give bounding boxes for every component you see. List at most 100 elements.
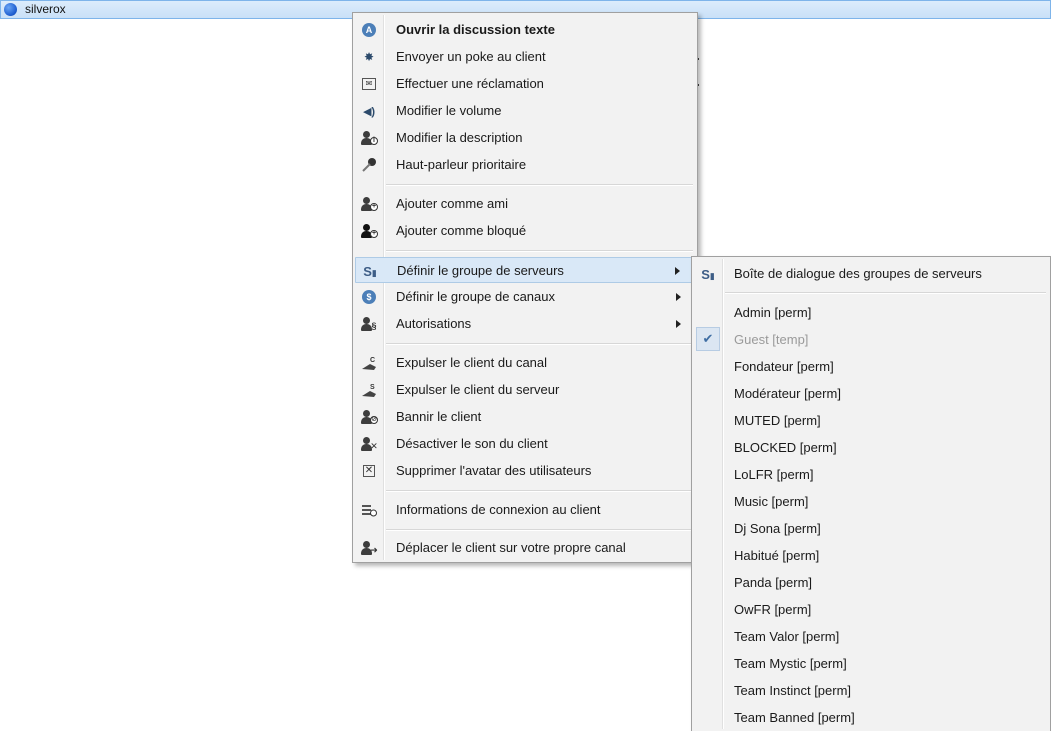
menu-item-connection-info[interactable]: Informations de connexion au client xyxy=(355,497,695,523)
server-group-label: Team Valor [perm] xyxy=(734,629,840,644)
menu-item-server-group[interactable]: S▮ Définir le groupe de serveurs xyxy=(355,257,695,283)
server-group-label: Team Instinct [perm] xyxy=(734,683,852,698)
client-name: silverox xyxy=(25,2,66,16)
menu-separator xyxy=(386,184,693,186)
menu-item-label: Ajouter comme ami xyxy=(396,196,508,211)
server-group-item[interactable]: Panda [perm] xyxy=(694,570,1048,596)
server-group-item[interactable]: Habitué [perm] xyxy=(694,543,1048,569)
server-group-label: LoLFR [perm] xyxy=(734,467,814,482)
server-group-item[interactable]: OwFR [perm] xyxy=(694,597,1048,623)
menu-item-move-client[interactable]: ➜ Déplacer le client sur votre propre ca… xyxy=(355,535,695,561)
server-group-item[interactable]: BLOCKED [perm] xyxy=(694,435,1048,461)
menu-item-complaint[interactable]: ✉ Effectuer une réclamation xyxy=(355,71,695,97)
menu-item-label: Déplacer le client sur votre propre cana… xyxy=(396,540,626,555)
menu-item-ban[interactable]: ⊘ Bannir le client xyxy=(355,404,695,430)
delete-avatar-icon: ✕ xyxy=(363,465,375,477)
client-context-menu: A Ouvrir la discussion texte ✸ Envoyer u… xyxy=(352,12,698,563)
menu-item-server-group-dialog[interactable]: S▮ Boîte de dialogue des groupes de serv… xyxy=(694,261,1048,287)
server-group-item[interactable]: Admin [perm] xyxy=(694,300,1048,326)
server-group-item[interactable]: Fondateur [perm] xyxy=(694,354,1048,380)
kick-server-icon: S xyxy=(361,382,377,398)
menu-separator xyxy=(386,343,693,345)
move-client-icon: ➜ xyxy=(361,540,378,556)
server-group-label: BLOCKED [perm] xyxy=(734,440,837,455)
menu-item-label: Effectuer une réclamation xyxy=(396,76,544,91)
menu-item-kick-channel[interactable]: C Expulser le client du canal xyxy=(355,350,695,376)
menu-item-label: Autorisations xyxy=(396,316,472,331)
server-group-item[interactable]: Music [perm] xyxy=(694,489,1048,515)
server-group-item[interactable]: LoLFR [perm] xyxy=(694,462,1048,488)
server-group-submenu: S▮ Boîte de dialogue des groupes de serv… xyxy=(691,256,1051,731)
menu-item-label: Informations de connexion au client xyxy=(396,502,601,517)
menu-item-open-text-chat[interactable]: A Ouvrir la discussion texte xyxy=(355,17,695,43)
menu-separator xyxy=(386,250,693,252)
server-group-item[interactable]: Team Mystic [perm] xyxy=(694,651,1048,677)
menu-item-permissions[interactable]: § Autorisations xyxy=(355,311,695,337)
menu-item-poke[interactable]: ✸ Envoyer un poke au client xyxy=(355,44,695,70)
menu-item-volume[interactable]: ◀) Modifier le volume xyxy=(355,98,695,124)
server-group-label: Modérateur [perm] xyxy=(734,386,841,401)
menu-item-label: Modifier le volume xyxy=(396,103,502,118)
permissions-icon: § xyxy=(361,316,377,332)
server-group-label: Dj Sona [perm] xyxy=(734,521,821,536)
menu-item-channel-group[interactable]: $ Définir le groupe de canaux xyxy=(355,284,695,310)
server-group-label: Habitué [perm] xyxy=(734,548,820,563)
svg-text:S: S xyxy=(370,384,375,391)
server-group-item[interactable]: Team Valor [perm] xyxy=(694,624,1048,650)
server-group-label: Team Banned [perm] xyxy=(734,710,855,725)
server-group-label: Panda [perm] xyxy=(734,575,813,590)
channel-group-icon: $ xyxy=(361,289,377,305)
menu-item-label: Bannir le client xyxy=(396,409,482,424)
menu-separator xyxy=(386,529,693,531)
menu-item-add-blocked[interactable]: + Ajouter comme bloqué xyxy=(355,218,695,244)
kick-channel-icon: C xyxy=(361,355,377,371)
menu-item-label: Définir le groupe de canaux xyxy=(396,289,555,304)
menu-item-priority-speaker[interactable]: Haut-parleur prioritaire xyxy=(355,152,695,178)
server-group-item[interactable]: Team Instinct [perm] xyxy=(694,678,1048,704)
volume-icon: ◀) xyxy=(362,105,376,118)
server-group-label: OwFR [perm] xyxy=(734,602,812,617)
server-group-label: Fondateur [perm] xyxy=(734,359,834,374)
menu-item-label: Modifier la description xyxy=(396,130,523,145)
server-group-item[interactable]: ✔ Guest [temp] xyxy=(694,327,1048,353)
menu-item-label: Expulser le client du canal xyxy=(396,355,548,370)
connection-info-icon xyxy=(361,502,377,518)
menu-item-description[interactable]: i Modifier la description xyxy=(355,125,695,151)
poke-icon: ✸ xyxy=(363,50,375,64)
server-group-label: Admin [perm] xyxy=(734,305,812,320)
add-blocked-icon: + xyxy=(361,223,378,239)
ban-icon: ⊘ xyxy=(361,409,378,425)
menu-item-label: Envoyer un poke au client xyxy=(396,49,546,64)
submenu-arrow-icon xyxy=(675,267,680,275)
server-group-label: MUTED [perm] xyxy=(734,413,821,428)
server-group-item[interactable]: Team Banned [perm] xyxy=(694,705,1048,731)
server-group-item[interactable]: MUTED [perm] xyxy=(694,408,1048,434)
check-icon: ✔ xyxy=(696,327,720,351)
menu-item-label: Définir le groupe de serveurs xyxy=(397,263,564,278)
menu-item-delete-avatar[interactable]: ✕ Supprimer l'avatar des utilisateurs xyxy=(355,458,695,484)
server-group-label: Guest [temp] xyxy=(734,332,809,347)
server-group-icon: S▮ xyxy=(701,266,715,282)
menu-item-label: Supprimer l'avatar des utilisateurs xyxy=(396,463,592,478)
menu-item-label: Ouvrir la discussion texte xyxy=(396,22,555,37)
server-group-label: Team Mystic [perm] xyxy=(734,656,847,671)
menu-separator xyxy=(725,292,1046,294)
server-group-icon: S▮ xyxy=(363,263,377,279)
menu-item-label: Boîte de dialogue des groupes de serveur… xyxy=(734,266,982,281)
server-group-label: Music [perm] xyxy=(734,494,809,509)
menu-item-mute-client[interactable]: ✕ Désactiver le son du client xyxy=(355,431,695,457)
menu-item-label: Ajouter comme bloqué xyxy=(396,223,527,238)
menu-item-kick-server[interactable]: S Expulser le client du serveur xyxy=(355,377,695,403)
server-group-item[interactable]: Modérateur [perm] xyxy=(694,381,1048,407)
server-group-item[interactable]: Dj Sona [perm] xyxy=(694,516,1048,542)
svg-text:C: C xyxy=(370,357,375,364)
mute-client-icon: ✕ xyxy=(361,436,378,452)
submenu-arrow-icon xyxy=(676,293,681,301)
menu-item-label: Expulser le client du serveur xyxy=(396,382,560,397)
complaint-icon: ✉ xyxy=(361,76,377,92)
menu-item-label: Désactiver le son du client xyxy=(396,436,548,451)
user-info-icon: i xyxy=(361,130,378,146)
menu-item-add-friend[interactable]: + Ajouter comme ami xyxy=(355,191,695,217)
menu-item-label: Haut-parleur prioritaire xyxy=(396,157,527,172)
client-status-icon xyxy=(4,3,17,16)
